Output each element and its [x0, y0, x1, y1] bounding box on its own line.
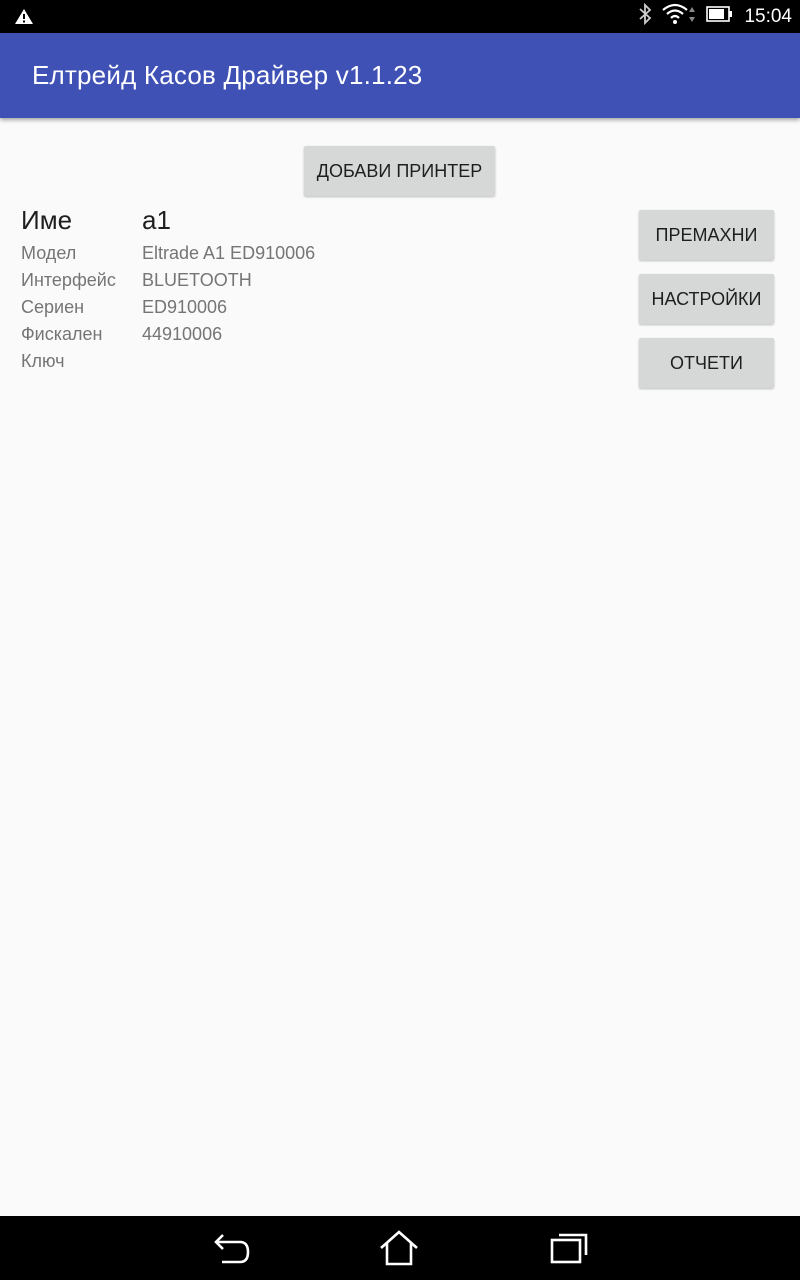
interface-value: BLUETOOTH — [142, 270, 252, 290]
printer-name-value: a1 — [142, 205, 171, 235]
bluetooth-icon — [638, 2, 652, 30]
printer-name-label: Име — [21, 205, 73, 235]
status-bar: 15:04 — [0, 0, 800, 33]
add-printer-button[interactable]: ДОБАВИ ПРИНТЕР — [304, 146, 495, 196]
wifi-icon — [662, 3, 696, 30]
fiscal-value: 44910006 — [142, 324, 223, 344]
fiscal-label: Фискален — [21, 324, 103, 344]
interface-label: Интерфейс — [21, 270, 116, 290]
navigation-bar — [0, 1216, 800, 1280]
home-icon[interactable] — [377, 1228, 421, 1268]
warning-icon — [14, 8, 34, 30]
key-label: Ключ — [21, 351, 65, 371]
back-icon[interactable] — [208, 1228, 252, 1268]
settings-button[interactable]: НАСТРОЙКИ — [639, 274, 774, 324]
recent-apps-icon[interactable] — [548, 1228, 592, 1268]
battery-icon — [706, 5, 734, 28]
serial-value: ED910006 — [142, 297, 228, 317]
app-bar: Елтрейд Касов Драйвер v1.1.23 — [0, 33, 800, 118]
app-title: Елтрейд Касов Драйвер v1.1.23 — [32, 60, 423, 90]
remove-button[interactable]: ПРЕМАХНИ — [639, 210, 774, 260]
serial-label: Сериен — [21, 297, 85, 317]
status-clock: 15:04 — [744, 5, 792, 27]
model-label: Модел — [21, 243, 77, 263]
reports-button[interactable]: ОТЧЕТИ — [639, 338, 774, 388]
model-value: Eltrade A1 ED910006 — [142, 243, 316, 263]
